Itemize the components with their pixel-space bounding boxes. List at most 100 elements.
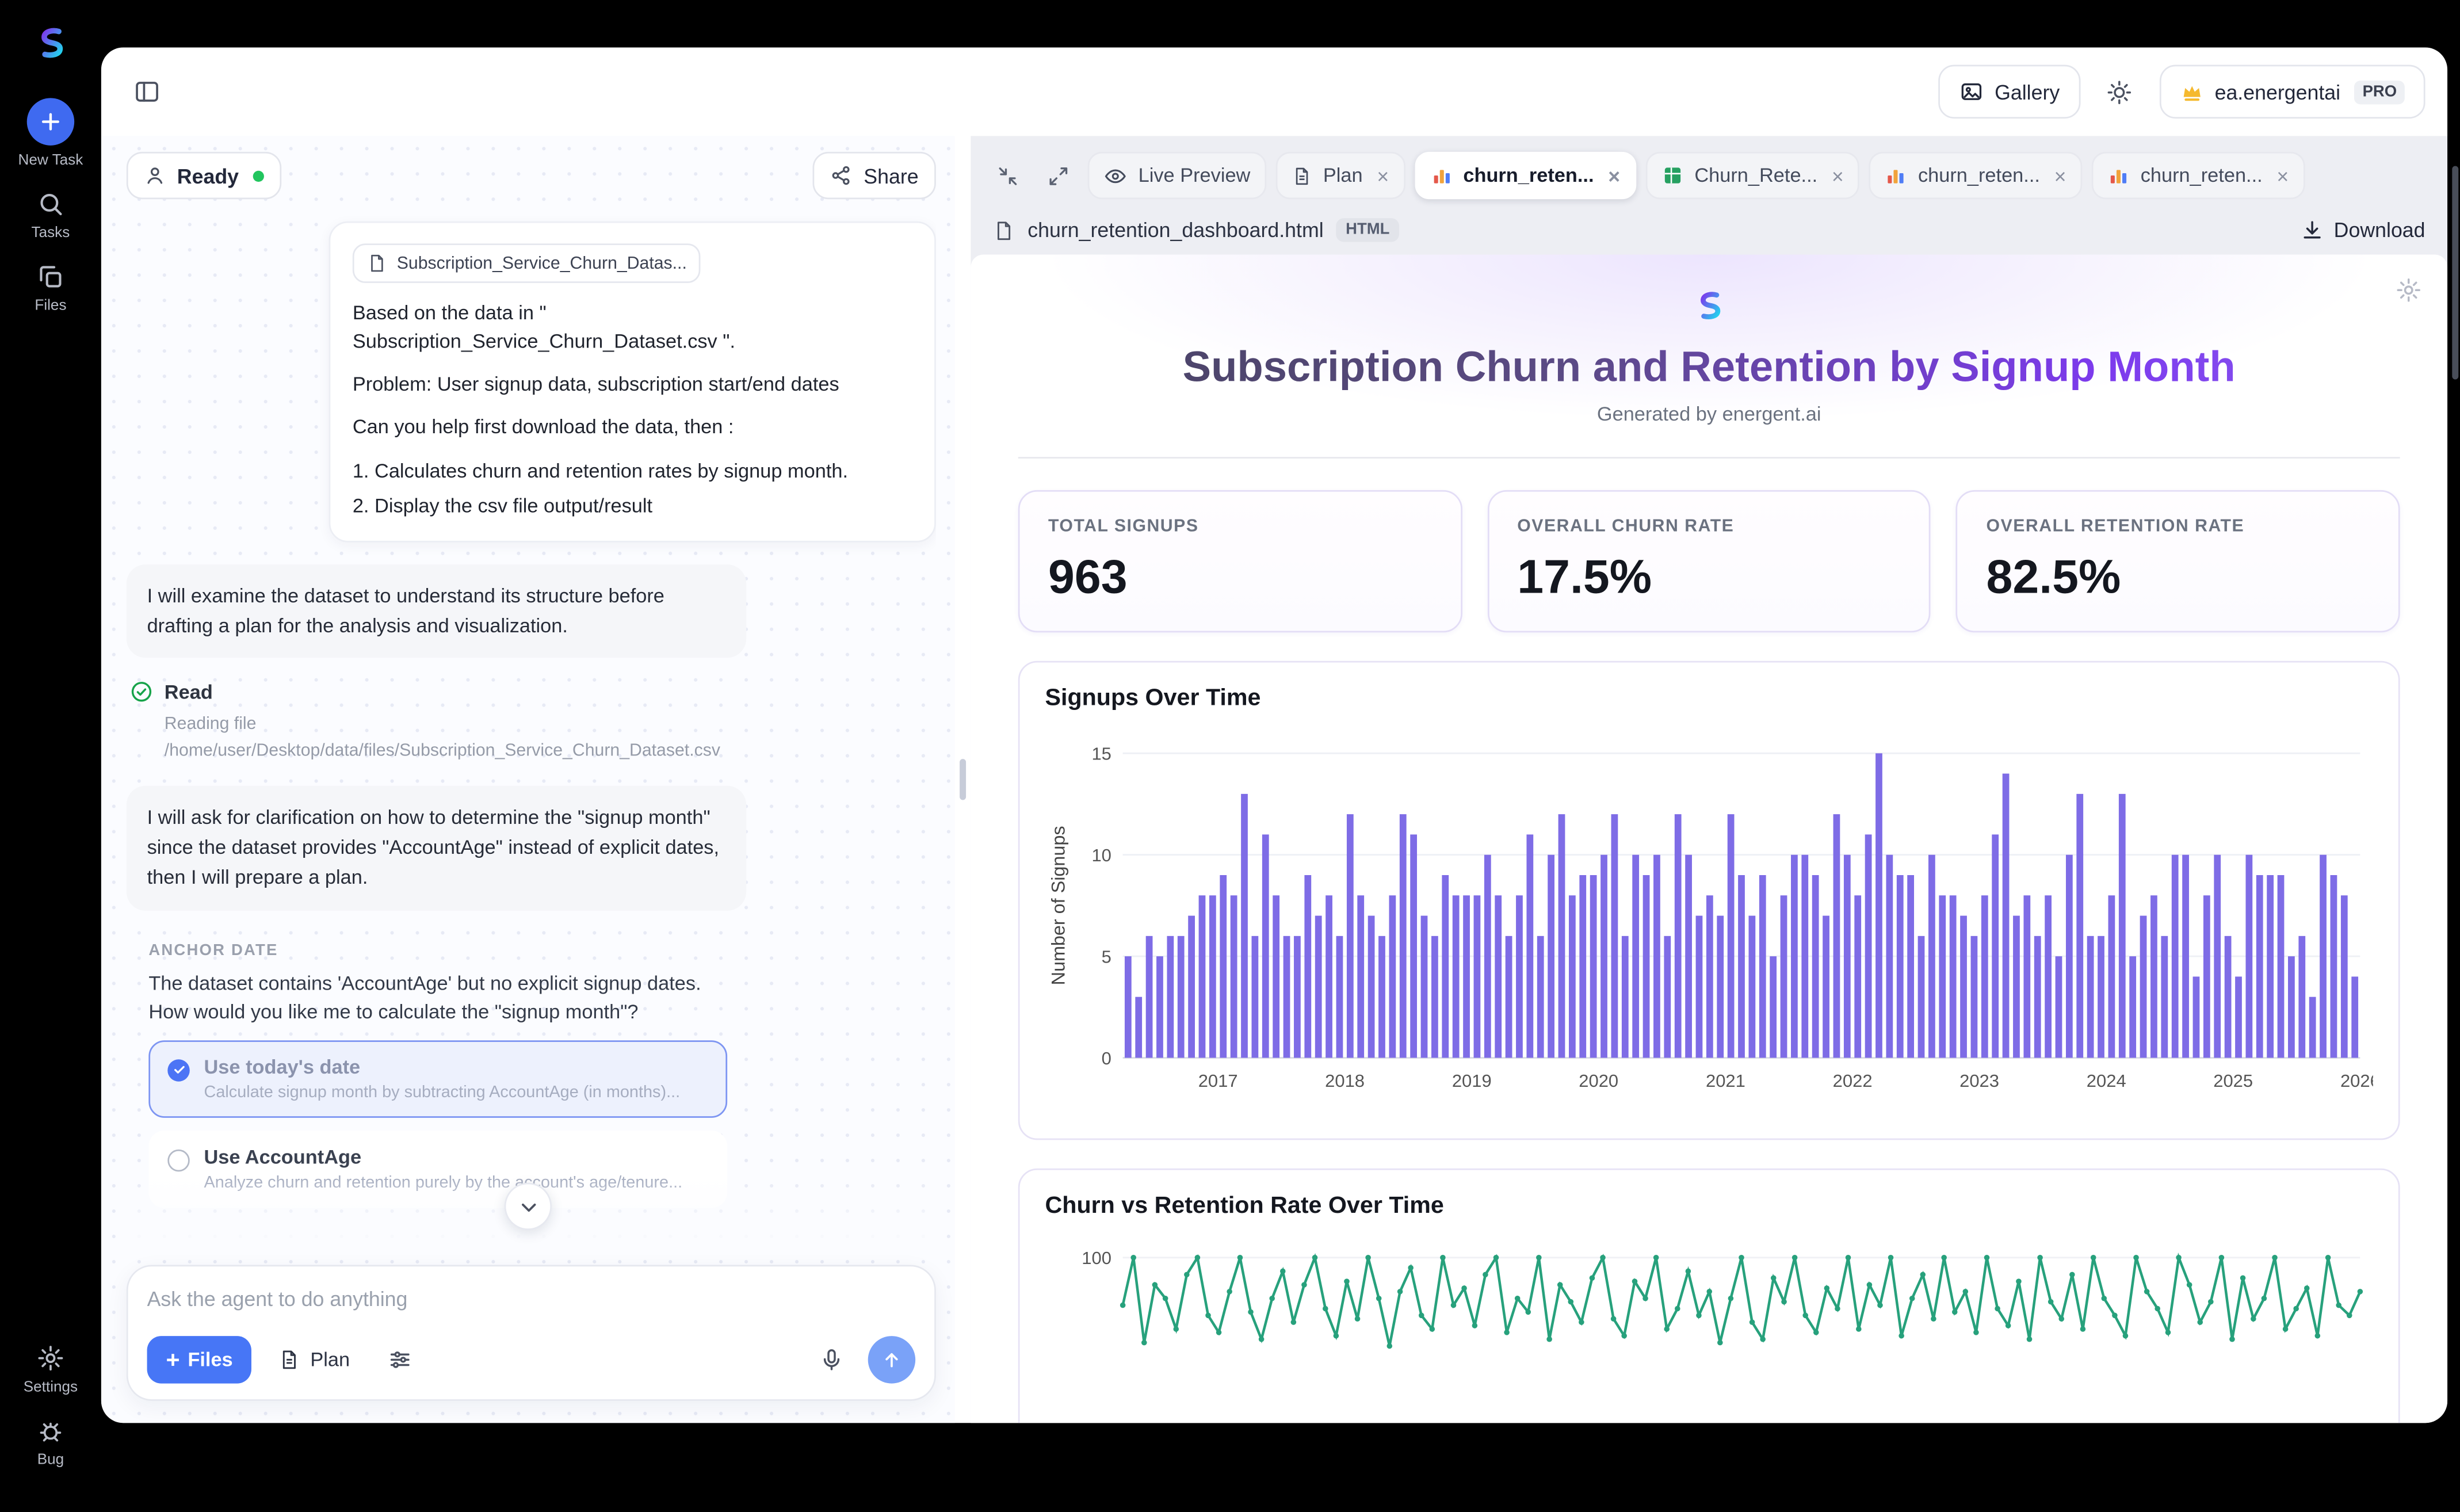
svg-text:2023: 2023	[1959, 1071, 1999, 1091]
user-message-line: 2. Display the csv file output/result	[353, 491, 912, 520]
stat-label: OVERALL CHURN RATE	[1517, 517, 1901, 536]
bug-icon	[36, 1416, 64, 1445]
dashboard-settings-icon[interactable]	[2395, 277, 2422, 304]
arrow-up-icon	[881, 1349, 903, 1370]
tab-churn-retention-csv[interactable]: Churn_Rete... ×	[1645, 152, 1859, 199]
svg-text:Number of Signups: Number of Signups	[1048, 826, 1068, 985]
agent-icon	[144, 165, 166, 186]
tab-bar: Live Preview Plan × churn_reten... ×	[971, 136, 2447, 208]
download-button[interactable]: Download	[2301, 218, 2425, 242]
svg-text:2021: 2021	[1706, 1071, 1745, 1091]
svg-text:5: 5	[1102, 946, 1111, 967]
svg-text:0: 0	[1102, 1048, 1111, 1068]
assistant-message: I will examine the dataset to understand…	[127, 564, 746, 658]
assistant-message: I will ask for clarification on how to d…	[127, 786, 746, 910]
theme-toggle-button[interactable]	[2096, 68, 2143, 115]
settings-button[interactable]: Settings	[24, 1344, 78, 1396]
gallery-icon	[1958, 79, 1984, 104]
stat-value: 82.5%	[1987, 552, 2370, 605]
arrows-out-icon	[1046, 163, 1069, 187]
option-description: Analyze churn and retention purely by th…	[204, 1173, 683, 1192]
close-icon[interactable]: ×	[1608, 165, 1620, 186]
gallery-button[interactable]: Gallery	[1938, 65, 2080, 119]
energent-logo-icon	[30, 25, 71, 66]
dashboard-title: Subscription Churn and Retention by Sign…	[1018, 343, 2400, 392]
chat-input[interactable]	[147, 1287, 916, 1311]
option-use-accountage[interactable]: Use AccountAge Analyze churn and retenti…	[148, 1130, 727, 1208]
agent-status-pill[interactable]: Ready	[127, 152, 281, 199]
stat-label: OVERALL RETENTION RATE	[1987, 517, 2370, 536]
send-button[interactable]	[868, 1336, 915, 1383]
tab-label: churn_reten...	[2141, 165, 2263, 186]
user-message-line: Problem: User signup data, subscription …	[353, 371, 912, 399]
attachment-name: Subscription_Service_Churn_Datas...	[397, 254, 687, 273]
user-message-line: Can you help first download the data, th…	[353, 413, 912, 442]
files-button[interactable]: Files	[35, 262, 66, 315]
collapse-panel-button[interactable]	[987, 155, 1027, 196]
share-button[interactable]: Share	[813, 152, 936, 199]
option-use-todays-date[interactable]: Use today's date Calculate signup month …	[148, 1040, 727, 1118]
close-icon[interactable]: ×	[2054, 165, 2066, 186]
rail-item-label: Tasks	[32, 224, 70, 242]
plan-button[interactable]: Plan	[265, 1336, 364, 1383]
stat-value: 963	[1048, 552, 1432, 605]
files-label: Files	[188, 1349, 232, 1370]
panel-left-icon	[133, 78, 161, 106]
window-scrollbar[interactable]	[2452, 166, 2458, 380]
rail-item-label: Files	[35, 297, 66, 315]
panel-resizer[interactable]	[955, 136, 971, 1423]
new-task-button[interactable]: New Task	[18, 98, 83, 169]
tab-live-preview[interactable]: Live Preview	[1088, 152, 1266, 199]
mic-button[interactable]	[808, 1336, 855, 1383]
crown-icon	[2180, 80, 2203, 104]
svg-text:10: 10	[1091, 845, 1111, 865]
close-icon[interactable]: ×	[1832, 165, 1844, 186]
tab-churn-retention-3[interactable]: churn_reten... ×	[2092, 152, 2305, 199]
svg-text:2017: 2017	[1198, 1071, 1238, 1091]
scroll-to-bottom-button[interactable]	[505, 1183, 552, 1230]
sidebar-toggle-button[interactable]	[123, 68, 170, 115]
rail-item-label: Settings	[24, 1379, 78, 1396]
svg-text:2022: 2022	[1833, 1071, 1873, 1091]
dashboard: Subscription Churn and Retention by Sign…	[971, 254, 2447, 1423]
tab-churn-retention-dashboard[interactable]: churn_reten... ×	[1414, 152, 1636, 199]
expand-panel-button[interactable]	[1037, 155, 1078, 196]
tab-plan[interactable]: Plan ×	[1275, 152, 1404, 199]
churn-retention-line-chart: 100	[1045, 1232, 2373, 1423]
chart-title: Churn vs Retention Rate Over Time	[1045, 1192, 2373, 1219]
add-files-button[interactable]: +Files	[147, 1336, 252, 1383]
divider	[1018, 457, 2400, 459]
spreadsheet-icon	[1661, 165, 1683, 186]
stat-value: 17.5%	[1517, 552, 1901, 605]
app-logo[interactable]	[30, 25, 71, 66]
account-menu[interactable]: ea.energentai PRO	[2159, 65, 2425, 119]
share-icon	[831, 165, 853, 186]
close-icon[interactable]: ×	[2276, 165, 2289, 186]
files-icon	[36, 262, 64, 291]
chat-messages[interactable]: Subscription_Service_Churn_Datas... Base…	[127, 209, 936, 1249]
svg-text:2019: 2019	[1452, 1071, 1492, 1091]
rail-item-label: New Task	[18, 152, 83, 169]
signups-chart-card: Signups Over Time 0510152017201820192020…	[1018, 661, 2400, 1140]
bug-button[interactable]: Bug	[36, 1416, 64, 1469]
tab-churn-retention-2[interactable]: churn_reten... ×	[1869, 152, 2082, 199]
plus-icon	[27, 98, 74, 145]
stats-row: TOTAL SIGNUPS 963 OVERALL CHURN RATE 17.…	[1018, 490, 2400, 632]
chart-icon	[1430, 165, 1452, 186]
tools-settings-button[interactable]	[377, 1336, 424, 1383]
tool-call-read[interactable]: Read Reading file /home/user/Desktop/dat…	[127, 680, 936, 764]
stat-total-signups: TOTAL SIGNUPS 963	[1018, 490, 1462, 632]
churn-retention-chart-card: Churn vs Retention Rate Over Time 100	[1018, 1169, 2400, 1423]
attachment-chip[interactable]: Subscription_Service_Churn_Datas...	[353, 243, 701, 283]
html-preview[interactable]: Subscription Churn and Retention by Sign…	[971, 254, 2447, 1423]
sun-icon	[2106, 78, 2133, 105]
file-bar: churn_retention_dashboard.html HTML Down…	[971, 209, 2447, 255]
filetype-badge: HTML	[1336, 218, 1399, 242]
tab-label: churn_reten...	[1463, 165, 1594, 186]
close-icon[interactable]: ×	[1377, 165, 1389, 186]
app-window: Gallery ea.energentai PRO Ready	[101, 47, 2447, 1423]
arrows-in-icon	[995, 163, 1019, 187]
tasks-button[interactable]: Tasks	[32, 190, 70, 242]
resizer-grip[interactable]	[960, 759, 966, 800]
share-label: Share	[864, 163, 918, 187]
